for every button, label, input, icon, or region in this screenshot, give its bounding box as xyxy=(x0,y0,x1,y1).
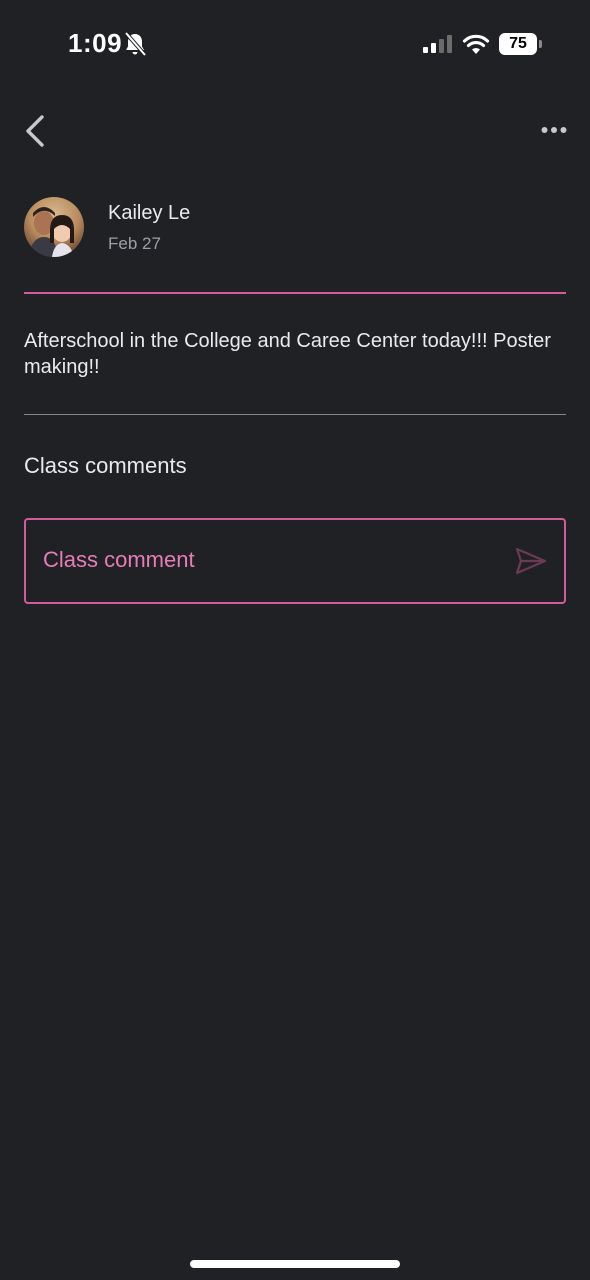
author-name: Kailey Le xyxy=(108,202,191,224)
battery-level: 75 xyxy=(499,33,537,55)
class-comments-heading: Class comments xyxy=(24,453,187,478)
bell-slash-icon xyxy=(124,31,147,57)
class-comment-input[interactable]: Class comment xyxy=(24,518,566,604)
wifi-icon xyxy=(462,34,490,54)
more-options-button[interactable] xyxy=(536,118,572,142)
battery-icon: 75 xyxy=(499,33,543,55)
post-body: Afterschool in the College and Caree Cen… xyxy=(24,330,551,378)
body-divider xyxy=(24,414,566,415)
class-comment-placeholder: Class comment xyxy=(43,547,195,572)
signal-icon xyxy=(423,35,452,53)
send-icon[interactable] xyxy=(515,547,547,575)
home-indicator[interactable] xyxy=(190,1260,400,1268)
status-time: 1:09 xyxy=(68,28,123,58)
more-horizontal-icon xyxy=(541,127,567,133)
back-button[interactable] xyxy=(18,110,52,152)
avatar[interactable] xyxy=(24,197,84,257)
chevron-left-icon xyxy=(26,115,44,147)
post-date: Feb 27 xyxy=(108,234,161,253)
avatar-photo xyxy=(24,197,84,257)
battery-cap xyxy=(539,40,542,48)
header-divider xyxy=(24,292,566,294)
